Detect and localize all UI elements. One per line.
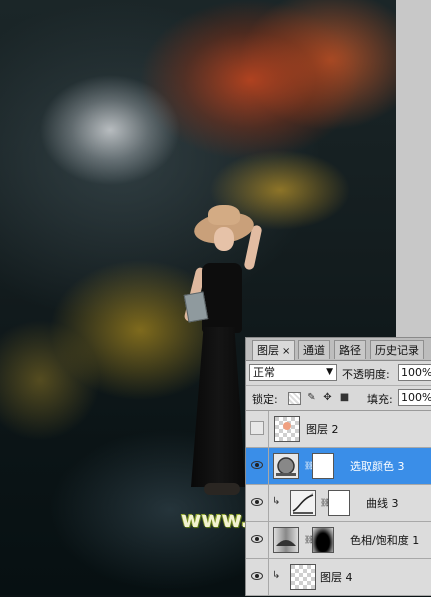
layer-mask-thumbnail[interactable]: [312, 453, 334, 479]
layer-row-selected[interactable]: ⛓ 选取颜色 3: [246, 448, 431, 485]
layer-name: 选取颜色 3: [350, 460, 405, 473]
tab-history[interactable]: 历史记录: [370, 340, 424, 359]
clipping-arrow-icon: ↳: [272, 496, 281, 507]
hue-saturation-icon: [273, 527, 299, 553]
blend-row: 正常 ▼ 不透明度: 100%: [246, 361, 431, 386]
dress-skirt: [191, 327, 246, 487]
close-icon[interactable]: ×: [282, 346, 290, 357]
shoes: [204, 483, 240, 495]
visibility-toggle[interactable]: [246, 522, 269, 558]
layers-panel: 图层 × 通道 路径 历史记录 正常 ▼ 不透明度: 100% 锁定: ✎ ✥ ■…: [245, 337, 431, 596]
hat-crown: [208, 205, 240, 225]
link-icon[interactable]: ⛓: [304, 535, 314, 545]
tab-paths[interactable]: 路径: [334, 340, 366, 359]
layer-row[interactable]: 图层 2: [246, 411, 431, 448]
eye-icon: [251, 461, 263, 469]
layer-thumbnail: [274, 416, 300, 442]
layer-thumbnail: [290, 564, 316, 590]
link-icon[interactable]: ⛓: [304, 461, 314, 471]
layer-row[interactable]: ↳ ⛓ 曲线 3: [246, 485, 431, 522]
layer-mask-thumbnail[interactable]: [328, 490, 350, 516]
fill-label: 填充:: [367, 393, 393, 406]
lock-label: 锁定:: [252, 393, 278, 406]
tab-paths-label: 路径: [339, 344, 361, 357]
layer-row[interactable]: ↳ 图层 4: [246, 559, 431, 596]
layer-name: 曲线 3: [366, 497, 399, 510]
hidden-visibility-box: [250, 421, 264, 435]
eye-icon: [251, 572, 263, 580]
tab-channels[interactable]: 通道: [298, 340, 330, 359]
visibility-toggle[interactable]: [246, 559, 269, 595]
fill-field[interactable]: 100%: [398, 389, 431, 406]
clipping-arrow-icon: ↳: [272, 570, 281, 581]
dress-top: [202, 263, 242, 333]
layer-mask-thumbnail[interactable]: [312, 527, 334, 553]
lock-icon[interactable]: ■: [339, 392, 350, 403]
eye-icon: [251, 498, 263, 506]
lock-transparent-icon[interactable]: [288, 392, 301, 405]
visibility-toggle[interactable]: [246, 411, 269, 447]
eye-icon: [251, 535, 263, 543]
layer-name: 图层 4: [320, 571, 353, 584]
face: [214, 227, 234, 251]
brush-icon[interactable]: ✎: [306, 392, 317, 403]
selective-color-icon: [273, 453, 299, 479]
opacity-label: 不透明度:: [342, 368, 390, 381]
tab-history-label: 历史记录: [375, 344, 419, 357]
blend-mode-value: 正常: [253, 366, 275, 379]
tab-layers[interactable]: 图层 ×: [252, 340, 296, 360]
panel-tabs: 图层 × 通道 路径 历史记录: [246, 338, 431, 361]
visibility-toggle[interactable]: [246, 448, 269, 484]
move-icon[interactable]: ✥: [322, 392, 333, 403]
layer-name: 色相/饱和度 1: [350, 534, 420, 547]
curves-icon: [290, 490, 316, 516]
visibility-toggle[interactable]: [246, 485, 269, 521]
blend-mode-select[interactable]: 正常 ▼: [249, 364, 337, 381]
tab-layers-label: 图层: [257, 344, 279, 357]
tab-channels-label: 通道: [303, 344, 325, 357]
chevron-down-icon: ▼: [326, 367, 333, 377]
link-icon[interactable]: ⛓: [320, 498, 330, 508]
layer-name: 图层 2: [306, 423, 339, 436]
lock-row: 锁定: ✎ ✥ ■ 填充: 100%: [246, 386, 431, 411]
layer-row[interactable]: ⛓ 色相/饱和度 1: [246, 522, 431, 559]
layer-list: 图层 2 ⛓ 选取颜色 3 ↳ ⛓ 曲线 3 ⛓ 色相/饱和度 1 ↳ 图层 4: [246, 411, 431, 597]
opacity-field[interactable]: 100%: [398, 364, 431, 381]
